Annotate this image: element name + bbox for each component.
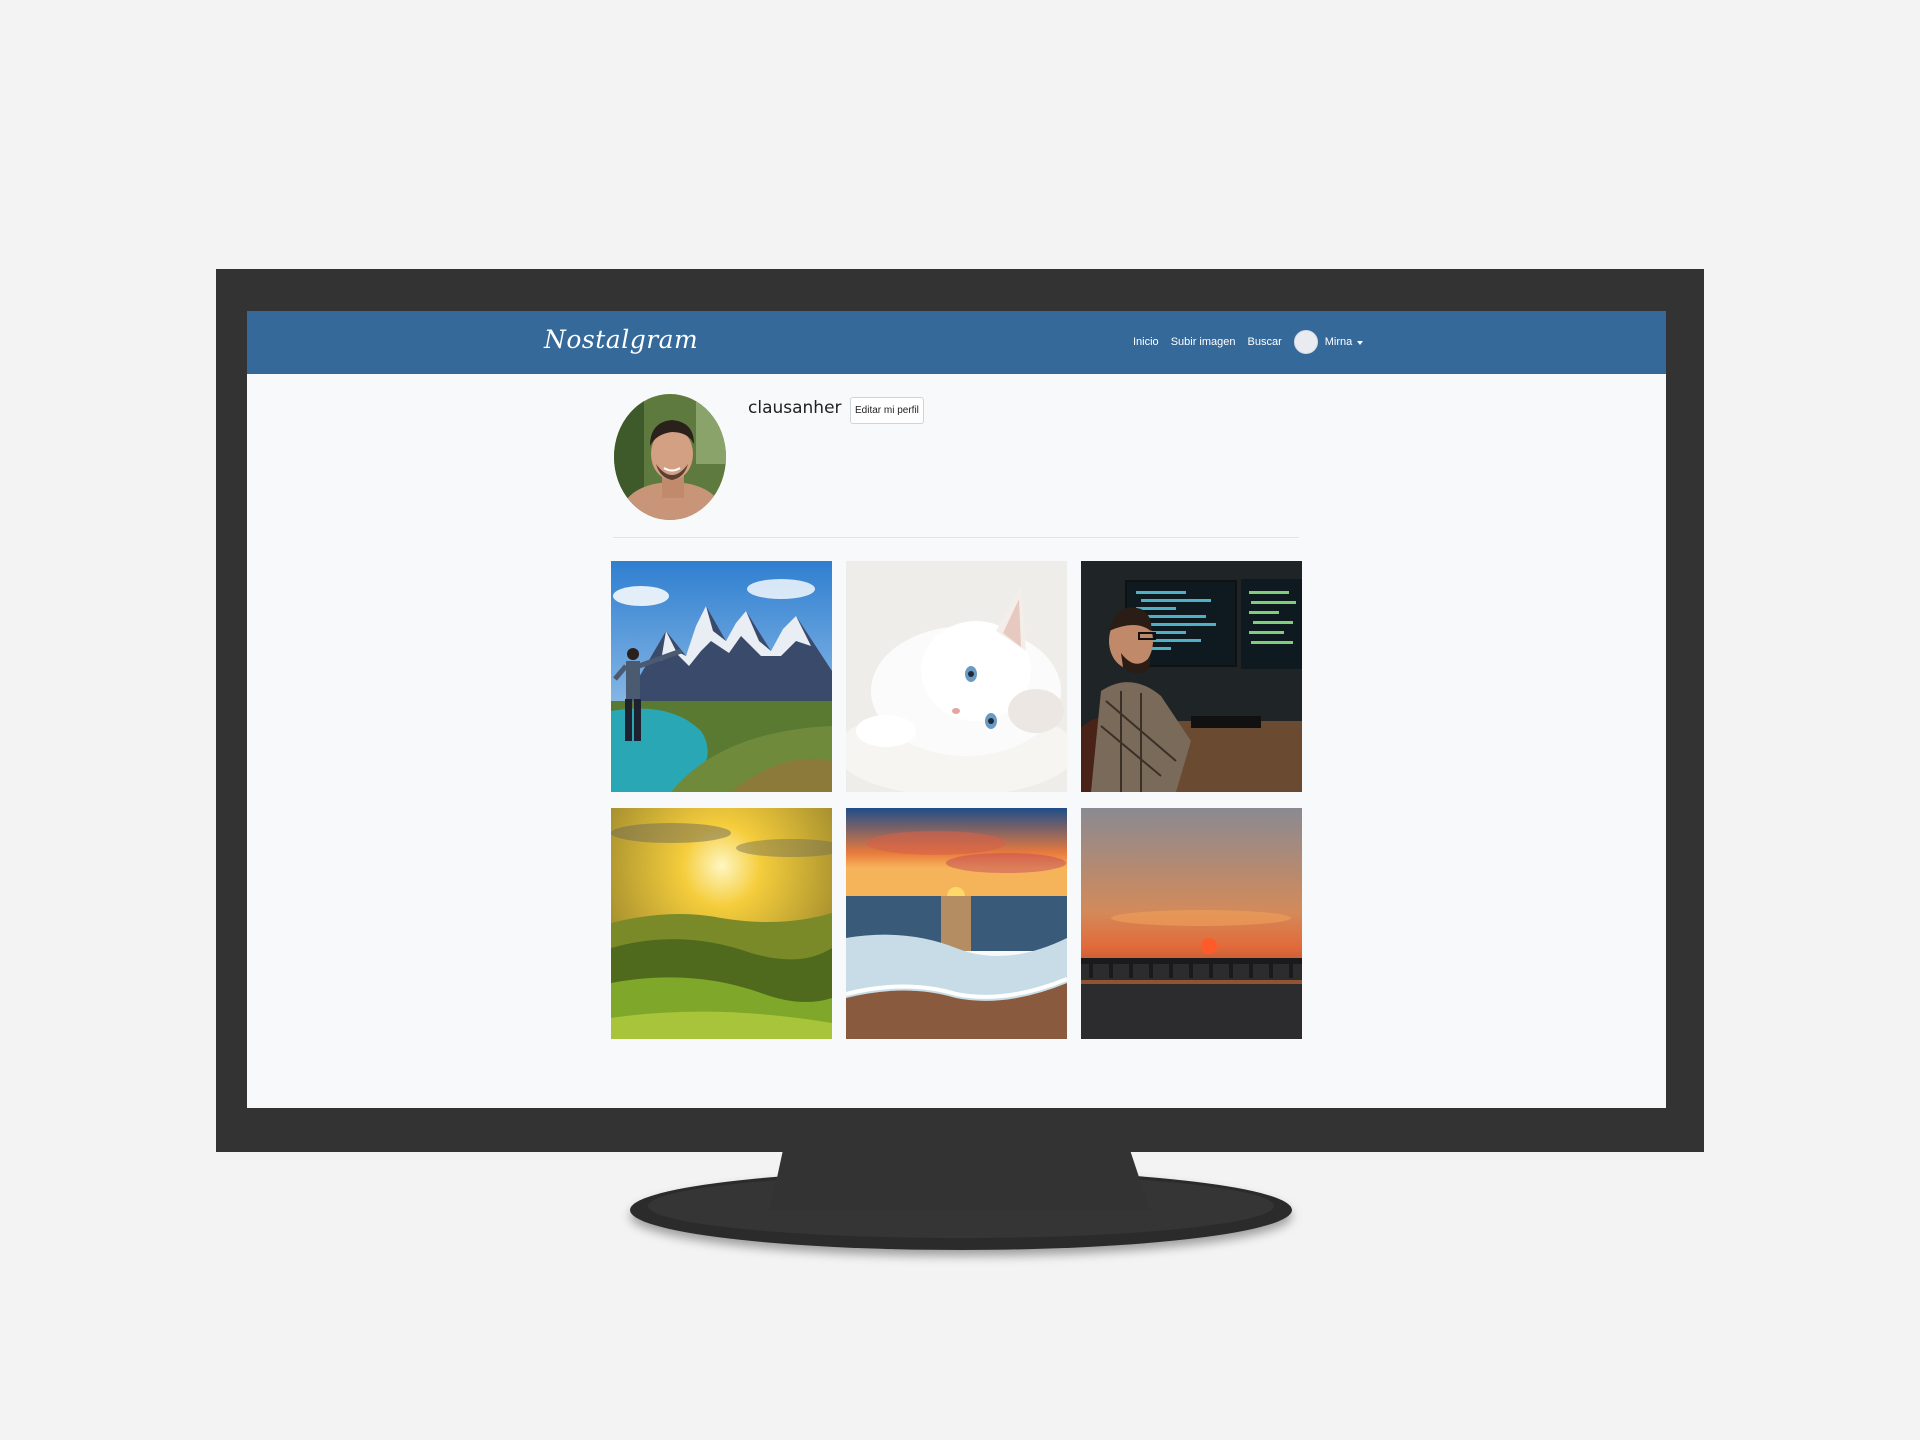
user-name: Mirna: [1324, 336, 1353, 348]
edit-profile-button[interactable]: Editar mi perfil: [850, 397, 924, 424]
photo-grid: [611, 561, 1302, 1042]
profile-divider: [613, 537, 1299, 538]
photo-white-kitten[interactable]: [846, 561, 1067, 792]
brand-logo[interactable]: Nostalgram: [544, 325, 698, 354]
photo-mountain-hiker[interactable]: [611, 561, 832, 792]
nav-link-inicio[interactable]: Inicio: [1133, 336, 1159, 348]
photo-sunset-pier[interactable]: [1081, 808, 1302, 1039]
photo-ocean-sunset[interactable]: [846, 808, 1067, 1039]
profile-username: clausanher: [748, 398, 842, 418]
nav-link-buscar[interactable]: Buscar: [1248, 336, 1282, 348]
user-avatar: [1293, 330, 1318, 354]
nav-link-subir-imagen[interactable]: Subir imagen: [1171, 336, 1236, 348]
monitor-stand-neck: [770, 1150, 1150, 1210]
nav-links: Inicio Subir imagen Buscar Mirna: [1133, 325, 1364, 359]
navbar: Nostalgram Inicio Subir imagen Buscar Mi…: [247, 311, 1666, 374]
photo-sunrise-hills[interactable]: [611, 808, 832, 1039]
profile-avatar: [614, 394, 726, 520]
screen: Nostalgram Inicio Subir imagen Buscar Mi…: [247, 311, 1666, 1108]
caret-down-icon: [1357, 340, 1364, 345]
user-menu-dropdown[interactable]: Mirna: [1293, 330, 1364, 354]
photo-programmer[interactable]: [1081, 561, 1302, 792]
